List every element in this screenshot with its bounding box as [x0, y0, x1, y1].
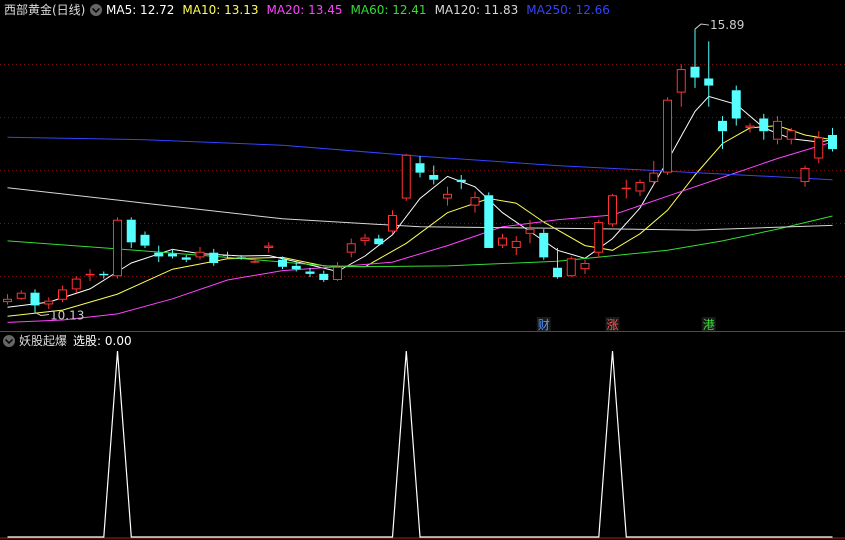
- event-marker[interactable]: 港: [701, 317, 716, 332]
- candle: [470, 191, 480, 213]
- candle: [415, 156, 425, 178]
- candle: [181, 255, 191, 263]
- high-price-label: 15.89: [710, 18, 744, 32]
- chart-title: 西部黄金(日线): [4, 2, 85, 17]
- candle: [663, 97, 672, 175]
- chart-area: 15.89 10.13 财 涨 港 西部黄金(日线) MA5: 12.72 MA10:…: [0, 2, 845, 539]
- event-marker-label: 港: [703, 318, 715, 332]
- candle: [85, 269, 95, 281]
- candle: [140, 231, 150, 248]
- candle: [209, 248, 219, 266]
- candle: [580, 259, 590, 274]
- low-price-label: 10.13: [50, 308, 84, 322]
- candle: [484, 192, 494, 248]
- candle: [594, 219, 604, 258]
- candle: [44, 297, 54, 310]
- candle: [113, 217, 122, 279]
- candle: [566, 256, 576, 278]
- candle: [511, 236, 521, 256]
- candle: [154, 245, 164, 263]
- ma-legend-label: MA250: 12.66: [526, 3, 610, 17]
- candle: [99, 271, 109, 279]
- event-marker[interactable]: 财: [536, 317, 551, 332]
- candle: [786, 127, 796, 145]
- candle: [195, 247, 205, 260]
- candle: [814, 131, 824, 164]
- ma-legend-label: MA120: 11.83: [435, 3, 519, 17]
- sub-panel-menu-button[interactable]: [3, 335, 15, 347]
- candle: [443, 186, 452, 206]
- candle: [608, 193, 617, 227]
- main-panel-menu-button[interactable]: [90, 4, 102, 16]
- candle: [828, 127, 837, 152]
- candle: [498, 233, 507, 248]
- ma-legend-label: MA60: 12.41: [351, 3, 427, 17]
- candle: [621, 179, 631, 199]
- candle: [676, 64, 686, 107]
- candle: [800, 165, 810, 187]
- event-marker-label: 财: [538, 318, 550, 332]
- candle: [401, 153, 411, 201]
- candle: [429, 165, 439, 185]
- moving-average-lines: [7, 95, 833, 323]
- candle: [539, 229, 549, 260]
- candle: [58, 285, 67, 303]
- high-price-pointer: [694, 23, 710, 30]
- candle: [649, 160, 659, 185]
- candle: [126, 217, 136, 248]
- indicator-value: 选股: 0.00: [73, 334, 132, 348]
- candle: [3, 294, 12, 305]
- candle: [773, 116, 782, 145]
- candle: [456, 175, 466, 190]
- candle: [360, 233, 370, 246]
- event-marker[interactable]: 涨: [605, 317, 620, 332]
- candle: [388, 210, 397, 234]
- event-marker-label: 涨: [606, 317, 618, 332]
- candle: [346, 238, 356, 258]
- candle: [319, 270, 329, 282]
- signal-line: [7, 350, 833, 538]
- candle: [635, 179, 645, 197]
- ma-legend-label: MA5: 12.72: [106, 3, 174, 17]
- indicator-title: 妖股起爆: [19, 334, 67, 348]
- candle: [30, 289, 40, 313]
- event-markers: 财涨港: [536, 317, 716, 332]
- candle: [374, 234, 384, 246]
- candle: [731, 85, 741, 126]
- candle: [553, 247, 562, 279]
- ma-legend-label: MA20: 13.45: [266, 3, 342, 17]
- candle: [690, 29, 700, 88]
- candle: [718, 116, 727, 150]
- ma-legend-label: MA10: 13.13: [182, 3, 258, 17]
- candle: [264, 242, 274, 253]
- price-extremes: 15.89 10.13: [34, 18, 744, 322]
- ma-legend: MA5: 12.72 MA10: 13.13 MA20: 13.45 MA60: 12…: [106, 3, 610, 17]
- candle: [71, 276, 81, 293]
- candle: [333, 262, 342, 281]
- candle: [16, 290, 26, 300]
